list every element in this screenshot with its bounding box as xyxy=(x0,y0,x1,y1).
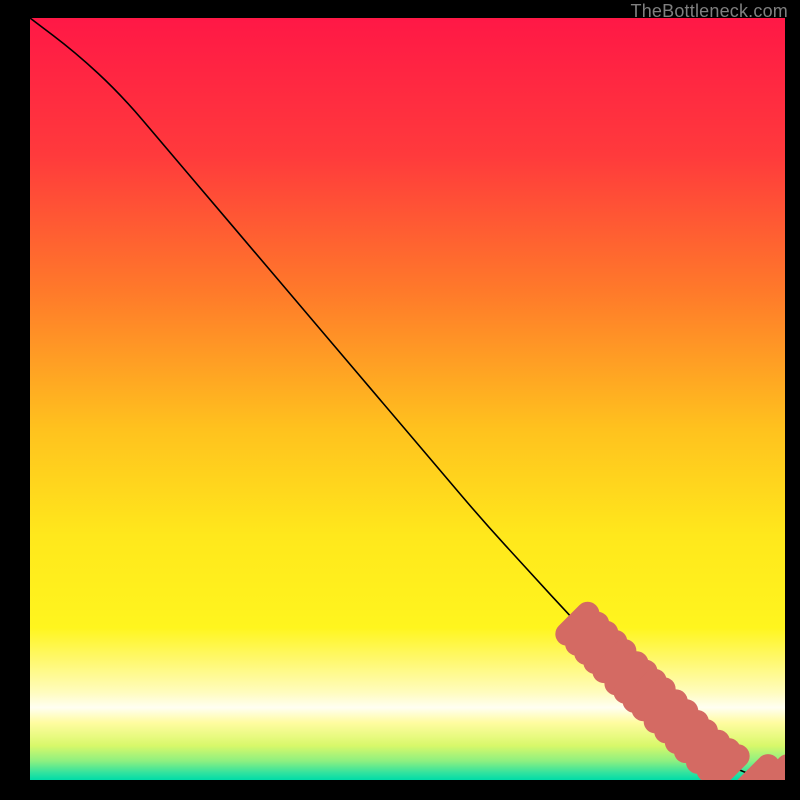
chart-svg xyxy=(30,18,785,780)
chart-stage: TheBottleneck.com xyxy=(0,0,800,800)
gradient-rect xyxy=(30,18,785,780)
marker-point xyxy=(717,756,738,777)
plot-area xyxy=(30,18,785,780)
